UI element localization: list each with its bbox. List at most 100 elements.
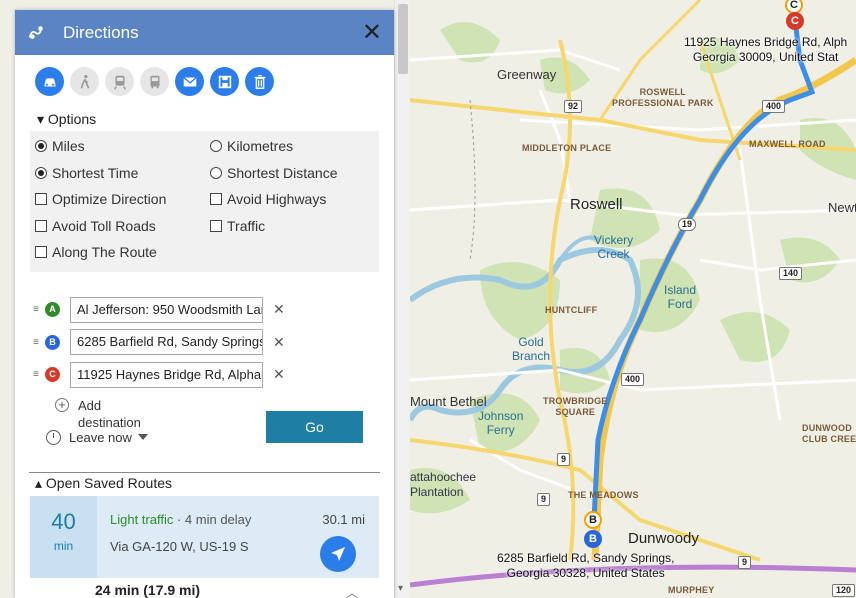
options-grid: Miles Kilometres Shortest Time Shortest … xyxy=(30,131,379,272)
address-label-b: 6285 Barfield Rd, Sandy Springs, Georgia… xyxy=(497,551,675,580)
shield-9-c: 9 xyxy=(738,556,752,569)
navigate-button[interactable] xyxy=(320,536,356,572)
email-icon[interactable] xyxy=(175,67,204,96)
shield-19: 19 xyxy=(678,218,697,231)
radio-unselected[interactable] xyxy=(210,140,222,153)
option-along-the-route[interactable]: Along The Route xyxy=(35,239,210,266)
clock-icon xyxy=(46,429,61,445)
panel-title: Directions xyxy=(63,22,139,42)
go-button[interactable]: Go xyxy=(266,411,363,443)
drag-handle-icon[interactable]: ≡ xyxy=(33,337,45,348)
panel-scrollbar[interactable]: ▾ xyxy=(394,0,410,598)
trash-icon[interactable] xyxy=(245,67,274,96)
route-duration-box: 40 min xyxy=(30,496,97,578)
place-johnson-ferry: Johnson Ferry xyxy=(478,409,524,437)
alternate-route-summary[interactable]: 24 min (17.9 mi) xyxy=(95,582,200,598)
scroll-thumb[interactable] xyxy=(398,4,408,74)
option-traffic[interactable]: Traffic xyxy=(210,213,380,240)
waypoint-pin-b: B xyxy=(45,334,60,350)
checkbox[interactable] xyxy=(210,193,222,206)
waypoint-input-a[interactable]: Al Jefferson: 950 Woodsmith Lane xyxy=(70,296,263,323)
walk-icon[interactable] xyxy=(70,67,99,96)
hood-maxwell: MAXWELL ROAD xyxy=(749,139,826,149)
navigation-arrow-icon xyxy=(331,547,345,561)
address-label-c: 11925 Haynes Bridge Rd, Alph Georgia 300… xyxy=(684,35,848,64)
chevron-down-icon[interactable] xyxy=(137,434,148,440)
car-icon[interactable] xyxy=(35,67,64,96)
option-miles-label: Miles xyxy=(52,138,85,155)
remove-waypoint-icon[interactable]: ✕ xyxy=(273,301,285,318)
directions-icon xyxy=(28,25,43,39)
travel-mode-bar xyxy=(15,55,394,111)
option-miles[interactable]: Miles xyxy=(35,133,210,160)
shield-400-north: 400 xyxy=(762,100,786,113)
options-toggle[interactable]: ▾ Options xyxy=(15,111,394,131)
place-chattahoochee: attahoochee Plantation xyxy=(410,470,477,499)
option-kilometres[interactable]: Kilometres xyxy=(210,133,380,160)
shield-400-south: 400 xyxy=(621,373,645,386)
option-optimize-direction[interactable]: Optimize Direction xyxy=(35,186,210,213)
place-vickery: Vickery Creek xyxy=(594,233,634,261)
waypoint-input-b[interactable]: 6285 Barfield Rd, Sandy Springs xyxy=(70,329,263,356)
hood-meadows: THE MEADOWS xyxy=(568,490,639,500)
option-shortest-time-label: Shortest Time xyxy=(52,164,139,181)
place-gold-branch: Gold Branch xyxy=(512,335,551,363)
option-avoid-toll-roads[interactable]: Avoid Toll Roads xyxy=(35,213,210,240)
map-pin-c[interactable]: C xyxy=(786,12,804,30)
route-distance: 30.1 mi xyxy=(322,512,365,527)
shield-9-b: 9 xyxy=(537,493,551,506)
hood-middleton: MIDDLETON PLACE xyxy=(522,143,612,153)
radio-unselected[interactable] xyxy=(210,166,222,179)
shield-120: 120 xyxy=(832,584,856,597)
panel-header: Directions ✕ xyxy=(15,10,394,55)
drag-handle-icon[interactable]: ≡ xyxy=(33,304,45,315)
leave-now-dropdown[interactable]: Leave now xyxy=(69,430,132,445)
radio-selected[interactable] xyxy=(35,166,47,179)
shield-92: 92 xyxy=(564,100,583,113)
leave-time-row: Leave now Go xyxy=(15,411,394,447)
option-traffic-label: Traffic xyxy=(227,217,266,234)
train-icon[interactable] xyxy=(105,67,134,96)
route-duration-value: 40 xyxy=(51,509,76,534)
close-icon[interactable]: ✕ xyxy=(362,20,382,44)
checkbox[interactable] xyxy=(35,219,47,232)
hood-trowbridge: TROWBRIDGE SQUARE xyxy=(543,396,608,417)
place-greenway: Greenway xyxy=(497,67,557,82)
remove-waypoint-icon[interactable]: ✕ xyxy=(273,334,285,351)
scroll-down-arrow-icon[interactable]: ▾ xyxy=(398,583,403,594)
checkbox[interactable] xyxy=(35,246,47,259)
checkbox[interactable] xyxy=(35,193,47,206)
save-icon[interactable] xyxy=(210,67,239,96)
option-avoid-highways-label: Avoid Highways xyxy=(227,191,327,208)
place-roswell: Roswell xyxy=(570,196,623,213)
checkbox[interactable] xyxy=(210,219,222,232)
route-traffic-status: Light traffic xyxy=(110,512,174,527)
shield-9-a: 9 xyxy=(557,453,571,466)
waypoint-input-c[interactable]: 11925 Haynes Bridge Rd, Alpharetta xyxy=(70,361,263,388)
waypoint-pin-a: A xyxy=(45,302,60,318)
saved-routes-toggle[interactable]: ▴ Open Saved Routes xyxy=(15,473,394,496)
waypoint-pin-c: C xyxy=(45,367,60,383)
drag-handle-icon[interactable]: ≡ xyxy=(33,369,45,380)
place-mount-bethel: Mount Bethel xyxy=(410,394,487,409)
option-avoid-highways[interactable]: Avoid Highways xyxy=(210,186,380,213)
option-avoid-toll-roads-label: Avoid Toll Roads xyxy=(52,217,156,234)
option-optimize-direction-label: Optimize Direction xyxy=(52,191,167,208)
option-shortest-time[interactable]: Shortest Time xyxy=(35,160,210,187)
map-pin-b[interactable]: B xyxy=(584,530,602,548)
plus-icon: + xyxy=(55,398,69,412)
bus-icon[interactable] xyxy=(140,67,169,96)
remove-waypoint-icon[interactable]: ✕ xyxy=(273,366,285,383)
directions-panel: Directions ✕ ▾ Options Miles Kilometres … xyxy=(15,10,394,598)
option-shortest-distance[interactable]: Shortest Distance xyxy=(210,160,380,187)
waypoint-list: ≡ A Al Jefferson: 950 Woodsmith Lane ✕ ≡… xyxy=(15,294,394,392)
place-dunwoody: Dunwoody xyxy=(628,530,699,547)
hood-huntcliff: HUNTCLIFF xyxy=(545,305,598,315)
radio-selected[interactable] xyxy=(35,140,47,153)
waypoint-row-a: ≡ A Al Jefferson: 950 Woodsmith Lane ✕ xyxy=(15,294,394,327)
map-pin-b-orange[interactable]: B xyxy=(584,511,602,529)
option-along-the-route-label: Along The Route xyxy=(52,244,157,261)
chevron-up-icon[interactable]: ︿ xyxy=(346,584,358,598)
place-island-ford: Island Ford xyxy=(664,283,697,311)
hood-murphey: MURPHEY xyxy=(668,585,715,595)
